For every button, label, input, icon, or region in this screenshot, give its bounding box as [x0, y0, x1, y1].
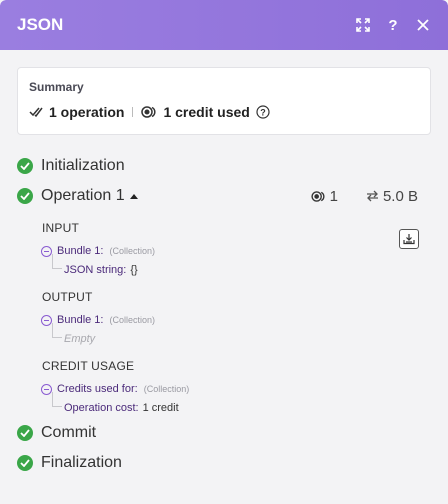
step-label: Operation 1: [41, 187, 125, 204]
summary-row: 1 operation 1 credit used ?: [29, 104, 418, 120]
summary-label: Summary: [29, 80, 84, 94]
caret-up-icon[interactable]: [129, 192, 139, 200]
step-operation[interactable]: Operation 1 1 5.0 B: [17, 181, 431, 211]
field-key: JSON string:: [64, 264, 127, 276]
panel-header: JSON ?: [0, 0, 448, 50]
field-key: Operation cost:: [64, 402, 139, 414]
summary-card: Summary 1 operation 1 credit used ?: [17, 67, 431, 135]
output-section-title: OUTPUT: [42, 290, 93, 304]
step-label: Initialization: [41, 157, 125, 174]
collapse-icon[interactable]: [41, 245, 52, 257]
operation-details: INPUT Bundle 1: (Collection) JSON string…: [17, 221, 431, 418]
field-value: 1 credit: [142, 402, 179, 414]
credit-icon: [141, 106, 157, 118]
operation-stats: 1 5.0 B: [311, 188, 431, 205]
input-field: JSON string: {}: [52, 254, 431, 276]
output-field: Empty: [52, 323, 431, 345]
collapse-icon[interactable]: [41, 314, 52, 326]
bundle-type: (Collection): [109, 246, 155, 256]
expand-icon[interactable]: [352, 14, 374, 36]
panel-title: JSON: [17, 15, 64, 34]
operation-ops: 1: [329, 187, 338, 205]
info-icon[interactable]: ?: [256, 105, 270, 119]
credits-used: 1 credit used: [163, 104, 250, 120]
svg-text:?: ?: [388, 17, 397, 33]
svg-text:?: ?: [260, 108, 266, 118]
panel-content: Summary 1 operation 1 credit used ? Init…: [0, 50, 448, 478]
credit-type: (Collection): [143, 384, 190, 394]
step-label: Finalization: [41, 454, 122, 471]
operations-count: 1 operation: [49, 104, 125, 120]
credit-label: Credits used for:: [57, 383, 138, 395]
bundle-type: (Collection): [109, 315, 155, 325]
download-button[interactable]: [399, 229, 419, 249]
credit-icon: [311, 190, 326, 202]
summary-divider: [132, 107, 134, 117]
step-commit[interactable]: Commit: [17, 418, 431, 448]
output-bundle[interactable]: Bundle 1: (Collection): [41, 314, 431, 326]
help-icon[interactable]: ?: [382, 14, 404, 36]
credit-field: Operation cost: 1 credit: [52, 392, 431, 414]
operation-size: 5.0 B: [382, 187, 418, 205]
bundle-label: Bundle 1:: [57, 314, 104, 326]
check-icon: [17, 188, 33, 204]
step-initialization[interactable]: Initialization: [17, 151, 431, 181]
step-label: Commit: [41, 424, 97, 441]
input-section-title: INPUT: [42, 221, 79, 235]
empty-value: Empty: [64, 333, 96, 345]
field-value: {}: [130, 264, 138, 276]
execution-steps: Initialization Operation 1 1 5.0 B INPUT…: [17, 151, 431, 478]
close-icon[interactable]: [412, 14, 434, 36]
transfer-icon: [366, 190, 379, 202]
double-check-icon: [29, 106, 43, 118]
credit-collection[interactable]: Credits used for: (Collection): [41, 383, 431, 395]
step-finalization[interactable]: Finalization: [17, 448, 431, 478]
input-bundle[interactable]: Bundle 1: (Collection): [41, 245, 431, 257]
check-icon: [17, 158, 33, 174]
check-icon: [17, 425, 33, 441]
check-icon: [17, 455, 33, 471]
collapse-icon[interactable]: [41, 383, 52, 395]
credit-section-title: CREDIT USAGE: [42, 359, 135, 373]
bundle-label: Bundle 1:: [57, 245, 104, 257]
execution-panel: JSON ? Summary 1 operation 1 credit used…: [0, 0, 448, 504]
